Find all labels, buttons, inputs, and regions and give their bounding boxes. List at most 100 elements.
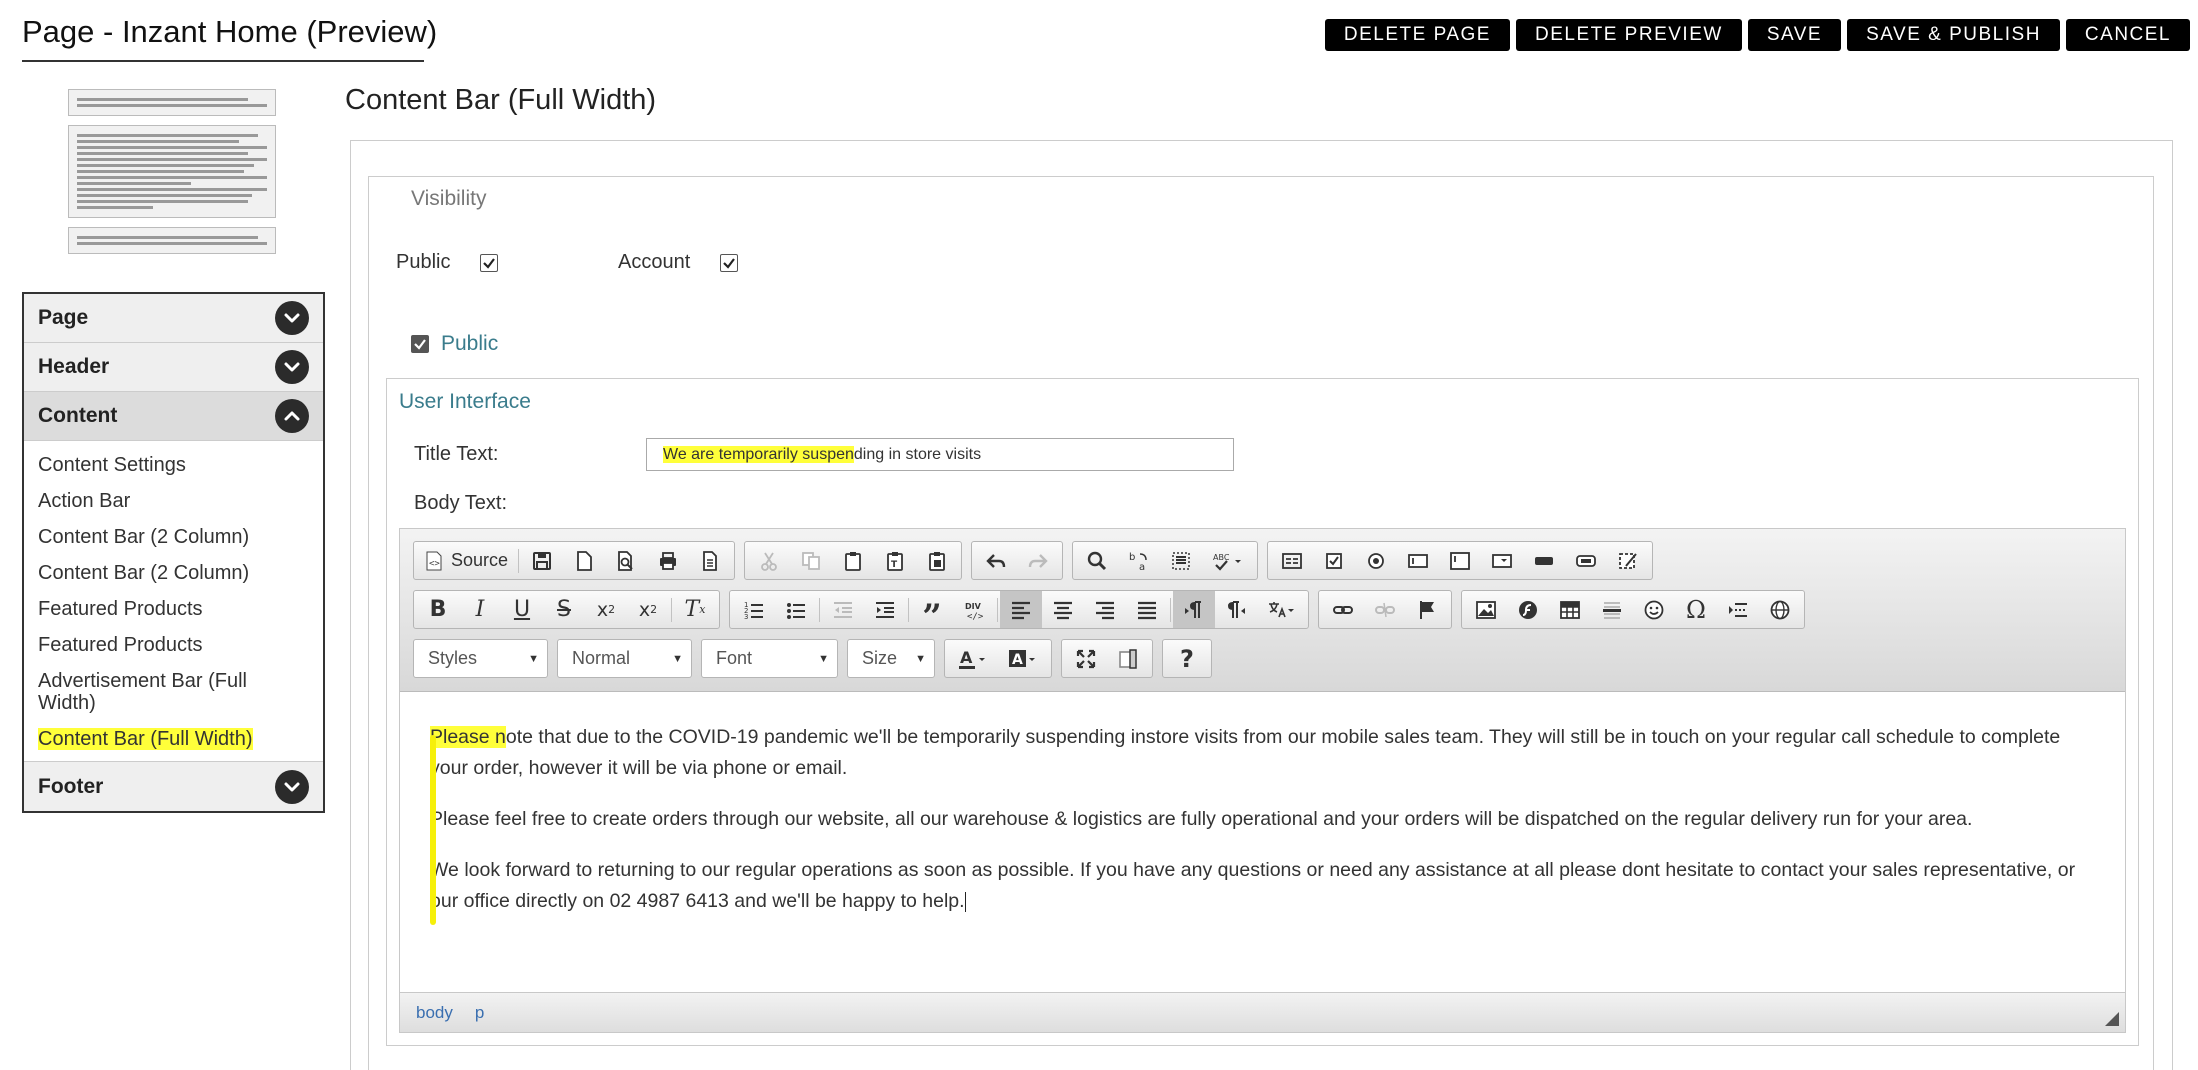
chevron-up-icon[interactable]: [275, 399, 309, 433]
resize-handle-icon[interactable]: [2105, 1012, 2119, 1026]
remove-format-icon[interactable]: Tx: [674, 591, 716, 628]
redo-icon[interactable]: [1017, 542, 1059, 579]
align-center-icon[interactable]: [1042, 591, 1084, 628]
spellcheck-icon[interactable]: ABC: [1202, 542, 1254, 579]
flash-icon[interactable]: [1507, 591, 1549, 628]
chevron-down-icon[interactable]: [275, 769, 309, 804]
bulleted-list-icon[interactable]: [775, 591, 817, 628]
div-container-icon[interactable]: DIV </>: [953, 591, 995, 628]
anchor-flag-icon[interactable]: [1406, 591, 1448, 628]
font-dropdown[interactable]: Font ▼: [701, 639, 838, 678]
source-button[interactable]: <> Source: [417, 542, 516, 579]
bold-icon[interactable]: B: [417, 591, 459, 628]
checkbox-field-icon[interactable]: [1313, 542, 1355, 579]
content-item-content-bar-full[interactable]: Content Bar (Full Width): [24, 721, 323, 757]
content-item-content-settings[interactable]: Content Settings: [24, 447, 323, 483]
superscript-icon[interactable]: x2: [627, 591, 669, 628]
content-item-content-bar-2col[interactable]: Content Bar (2 Column): [24, 519, 323, 555]
accordion-page[interactable]: Page: [24, 294, 323, 343]
delete-page-button[interactable]: DELETE PAGE: [1324, 19, 1510, 51]
outdent-icon[interactable]: [822, 591, 864, 628]
link-icon[interactable]: [1322, 591, 1364, 628]
title-text-input[interactable]: We are temporarily suspending in store v…: [646, 438, 1234, 471]
blockquote-icon[interactable]: ”: [911, 591, 953, 637]
size-dropdown[interactable]: Size ▼: [847, 639, 935, 678]
help-icon[interactable]: ?: [1166, 640, 1208, 677]
text-field-icon[interactable]: [1397, 542, 1439, 579]
paste-icon[interactable]: [832, 542, 874, 579]
save-and-publish-button[interactable]: SAVE & PUBLISH: [1847, 19, 2060, 51]
visibility-account-checkbox[interactable]: [720, 253, 739, 272]
content-item-featured-products[interactable]: Featured Products: [24, 591, 323, 627]
maximize-icon[interactable]: [1065, 640, 1107, 677]
unlink-icon[interactable]: [1364, 591, 1406, 628]
chevron-down-icon[interactable]: [275, 301, 309, 335]
subscript-icon[interactable]: x2: [585, 591, 627, 628]
save-button[interactable]: SAVE: [1747, 19, 1842, 51]
format-dropdown[interactable]: Normal ▼: [557, 639, 692, 678]
select-all-icon[interactable]: [1160, 542, 1202, 579]
content-item-featured-products[interactable]: Featured Products: [24, 627, 323, 663]
delete-preview-button[interactable]: DELETE PREVIEW: [1515, 19, 1742, 51]
horizontal-line-icon[interactable]: [1591, 591, 1633, 628]
accordion-header[interactable]: Header: [24, 343, 323, 392]
language-icon[interactable]: [1257, 591, 1305, 628]
strikethrough-icon[interactable]: S: [543, 591, 585, 628]
public-toggle[interactable]: Public: [411, 332, 498, 356]
text-color-icon[interactable]: A: [948, 640, 998, 677]
accordion-content[interactable]: Content: [24, 392, 323, 441]
align-right-icon[interactable]: [1084, 591, 1126, 628]
paste-word-icon[interactable]: [916, 542, 958, 579]
print-icon[interactable]: [647, 542, 689, 579]
iframe-globe-icon[interactable]: [1759, 591, 1801, 628]
styles-dropdown[interactable]: Styles ▼: [413, 639, 548, 678]
paste-text-icon[interactable]: T: [874, 542, 916, 579]
justify-icon[interactable]: [1126, 591, 1168, 628]
italic-icon[interactable]: I: [459, 591, 501, 628]
header-thumbnail[interactable]: [68, 89, 276, 116]
radio-field-icon[interactable]: [1355, 542, 1397, 579]
templates-icon[interactable]: [689, 542, 731, 579]
footer-thumbnail[interactable]: [68, 227, 276, 254]
chevron-down-icon[interactable]: [275, 350, 309, 384]
textarea-icon[interactable]: [1439, 542, 1481, 579]
accordion-footer[interactable]: Footer: [24, 762, 323, 811]
cut-icon[interactable]: [748, 542, 790, 579]
new-page-icon[interactable]: [563, 542, 605, 579]
form-icon[interactable]: [1271, 542, 1313, 579]
editor-content-area[interactable]: Please note that due to the COVID-19 pan…: [400, 692, 2125, 994]
image-icon[interactable]: [1465, 591, 1507, 628]
align-left-icon[interactable]: [1000, 591, 1042, 628]
preview-icon[interactable]: [605, 542, 647, 579]
visibility-public-checkbox[interactable]: [480, 253, 499, 272]
underline-icon[interactable]: U: [501, 591, 543, 628]
copy-icon[interactable]: [790, 542, 832, 579]
text-direction-ltr-icon[interactable]: [1173, 591, 1215, 628]
cancel-button[interactable]: CANCEL: [2065, 19, 2190, 51]
special-character-icon[interactable]: Ω: [1675, 591, 1717, 628]
text-direction-rtl-icon[interactable]: [1215, 591, 1257, 628]
hidden-field-icon[interactable]: [1607, 542, 1649, 579]
svg-text:3: 3: [744, 613, 748, 621]
element-path-body[interactable]: body: [416, 1003, 453, 1023]
public-toggle-checkbox[interactable]: [411, 335, 429, 353]
undo-icon[interactable]: [975, 542, 1017, 579]
background-color-icon[interactable]: A: [998, 640, 1048, 677]
page-break-icon[interactable]: [1717, 591, 1759, 628]
replace-icon[interactable]: ba: [1118, 542, 1160, 579]
select-field-icon[interactable]: [1481, 542, 1523, 579]
show-blocks-icon[interactable]: [1107, 640, 1149, 677]
element-path-p[interactable]: p: [475, 1003, 484, 1023]
find-icon[interactable]: [1076, 542, 1118, 579]
button-field-icon[interactable]: [1523, 542, 1565, 579]
image-button-icon[interactable]: [1565, 542, 1607, 579]
save-icon[interactable]: [521, 542, 563, 579]
numbered-list-icon[interactable]: 123: [733, 591, 775, 628]
table-icon[interactable]: [1549, 591, 1591, 628]
indent-icon[interactable]: [864, 591, 906, 628]
content-item-action-bar[interactable]: Action Bar: [24, 483, 323, 519]
smiley-icon[interactable]: [1633, 591, 1675, 628]
content-item-content-bar-2col[interactable]: Content Bar (2 Column): [24, 555, 323, 591]
content-thumbnail[interactable]: [68, 125, 276, 218]
content-item-advertisement-bar[interactable]: Advertisement Bar (Full Width): [24, 663, 323, 721]
